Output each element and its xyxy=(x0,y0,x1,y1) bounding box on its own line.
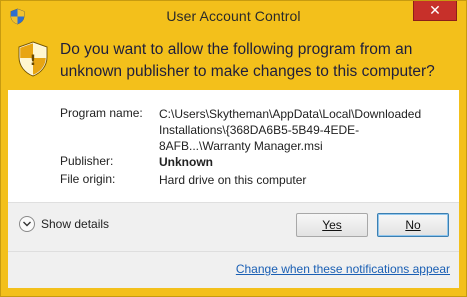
publisher-label: Publisher: xyxy=(60,154,114,168)
uac-dialog: User Account Control ✕ ! Do you want to … xyxy=(0,0,467,297)
svg-text:!: ! xyxy=(30,53,36,69)
uac-question-text: Do you want to allow the following progr… xyxy=(60,41,435,80)
file-origin-value: Hard drive on this computer xyxy=(159,173,307,187)
dialog-footer: Show details Yes No Change when these no… xyxy=(8,202,459,288)
yes-button-label: Yes xyxy=(322,218,342,232)
publisher-value: Unknown xyxy=(159,155,213,169)
show-details-label: Show details xyxy=(41,217,110,231)
show-details-toggle[interactable]: Show details xyxy=(19,216,109,232)
program-name-label: Program name: xyxy=(60,106,143,120)
chevron-down-icon xyxy=(19,216,35,232)
title-bar: User Account Control ✕ xyxy=(1,1,466,32)
program-name-value: C:\Users\Skytheman\AppData\Local\Downloa… xyxy=(159,107,422,153)
program-details: Program name: C:\Users\Skytheman\AppData… xyxy=(8,90,459,202)
change-notifications-link[interactable]: Change when these notifications appear xyxy=(236,262,450,276)
yes-button[interactable]: Yes xyxy=(296,213,368,237)
no-button-label: No xyxy=(405,218,421,232)
close-icon: ✕ xyxy=(429,2,441,18)
question-header: ! Do you want to allow the following pro… xyxy=(8,32,459,90)
file-origin-label: File origin: xyxy=(60,172,116,186)
close-button[interactable]: ✕ xyxy=(413,1,457,21)
uac-shield-icon: ! xyxy=(18,41,48,77)
window-title: User Account Control xyxy=(166,8,301,24)
no-button[interactable]: No xyxy=(377,213,449,237)
footer-divider xyxy=(8,251,459,252)
